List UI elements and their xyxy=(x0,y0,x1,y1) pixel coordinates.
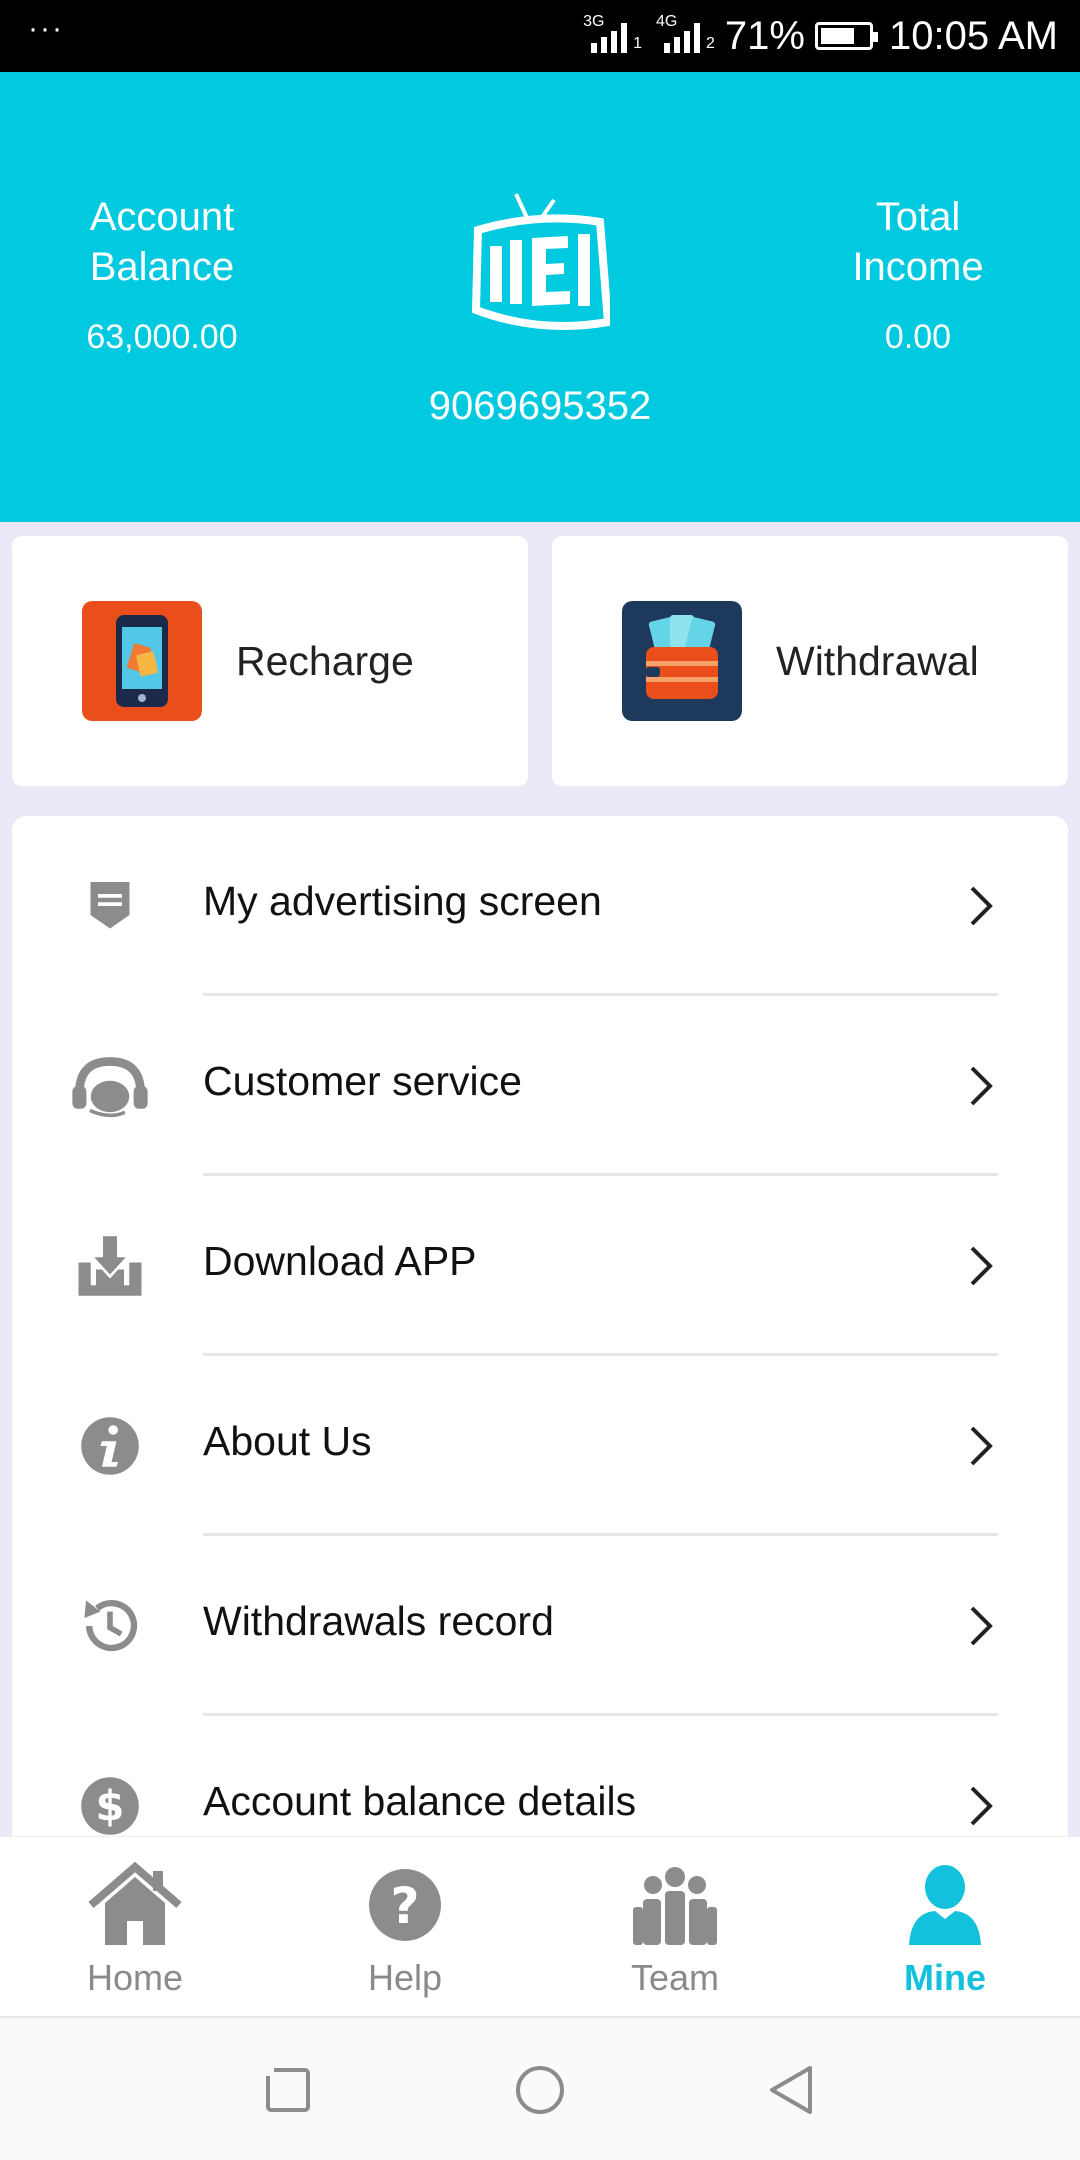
home-button[interactable] xyxy=(512,2062,568,2118)
recharge-card[interactable]: Recharge xyxy=(12,536,528,786)
account-balance-value: 63,000.00 xyxy=(86,318,238,356)
status-bar: ··· 3G 1 4G 2 71% 10:05 AM xyxy=(0,0,1080,72)
menu-label: Withdrawals record xyxy=(203,1598,554,1644)
user-phone-number: 9069695352 xyxy=(428,384,652,428)
svg-text:$: $ xyxy=(96,1781,125,1830)
settings-menu: My advertising screen Customer service D… xyxy=(12,816,1068,1836)
help-icon: ? xyxy=(369,1869,441,1941)
chevron-right-icon xyxy=(970,1246,993,1286)
menu-label: Download APP xyxy=(203,1238,477,1284)
app-logo xyxy=(471,193,610,330)
tab-label: Home xyxy=(86,1957,184,1998)
history-icon xyxy=(70,1586,150,1666)
tab-label: Help xyxy=(367,1957,443,1998)
notification-dots: ··· xyxy=(28,12,64,45)
info-icon xyxy=(70,1406,150,1486)
team-icon xyxy=(633,1867,717,1945)
total-income-value: 0.00 xyxy=(884,318,952,356)
menu-label: My advertising screen xyxy=(203,878,602,924)
tab-mine[interactable]: Mine xyxy=(810,1837,1080,2017)
account-balance-block: Account Balance 63,000.00 xyxy=(62,192,262,357)
menu-label: About Us xyxy=(203,1418,372,1464)
menu-item-download-app[interactable]: Download APP xyxy=(12,1176,1068,1356)
menu-item-account-balance-details[interactable]: $ Account balance details xyxy=(12,1716,1068,1836)
wallet-icon xyxy=(622,601,742,721)
clock: 10:05 AM xyxy=(888,13,1058,58)
tab-label: Mine xyxy=(903,1957,986,1998)
home-icon xyxy=(88,1861,182,1945)
system-navigation-bar xyxy=(0,2016,1080,2160)
tab-label: Team xyxy=(630,1957,720,1998)
menu-item-withdrawals-record[interactable]: Withdrawals record xyxy=(12,1536,1068,1716)
user-icon xyxy=(909,1865,981,1945)
recent-apps-button[interactable] xyxy=(260,2062,316,2118)
menu-item-customer-service[interactable]: Customer service xyxy=(12,996,1068,1176)
account-balance-label: Account Balance xyxy=(89,195,235,289)
total-income-block: Total Income 0.00 xyxy=(818,192,1018,357)
recharge-label: Recharge xyxy=(236,637,414,684)
signal-sim1-icon: 3G 1 xyxy=(583,13,643,53)
menu-label: Customer service xyxy=(203,1058,522,1104)
chevron-right-icon xyxy=(970,1606,993,1646)
account-header: Account Balance 63,000.00 Total Income 0… xyxy=(0,72,1080,522)
tab-team[interactable]: Team xyxy=(540,1837,810,2017)
svg-text:?: ? xyxy=(390,1877,419,1935)
tab-home[interactable]: Home xyxy=(0,1837,270,2017)
chevron-right-icon xyxy=(970,1066,993,1106)
chevron-right-icon xyxy=(970,886,993,926)
headset-icon xyxy=(70,1046,150,1126)
download-tray-icon xyxy=(70,1226,150,1306)
menu-item-about-us[interactable]: About Us xyxy=(12,1356,1068,1536)
screen-icon xyxy=(70,866,150,946)
tab-help[interactable]: ? Help xyxy=(270,1837,540,2017)
withdrawal-card[interactable]: Withdrawal xyxy=(552,536,1068,786)
battery-icon xyxy=(814,22,878,50)
dollar-icon: $ xyxy=(70,1766,150,1836)
recharge-phone-icon xyxy=(82,601,202,721)
signal-sim2-icon: 4G 2 xyxy=(656,13,715,53)
chevron-right-icon xyxy=(970,1426,993,1466)
total-income-label: Total Income xyxy=(852,195,984,289)
menu-label: Account balance details xyxy=(203,1778,637,1824)
withdrawal-label: Withdrawal xyxy=(776,637,979,684)
bottom-tab-bar: Home ? Help Team Mine xyxy=(0,1836,1080,2016)
back-button[interactable] xyxy=(764,2062,820,2118)
menu-item-advertising-screen[interactable]: My advertising screen xyxy=(12,816,1068,996)
battery-percent: 71% xyxy=(724,13,805,58)
chevron-right-icon xyxy=(970,1786,993,1826)
